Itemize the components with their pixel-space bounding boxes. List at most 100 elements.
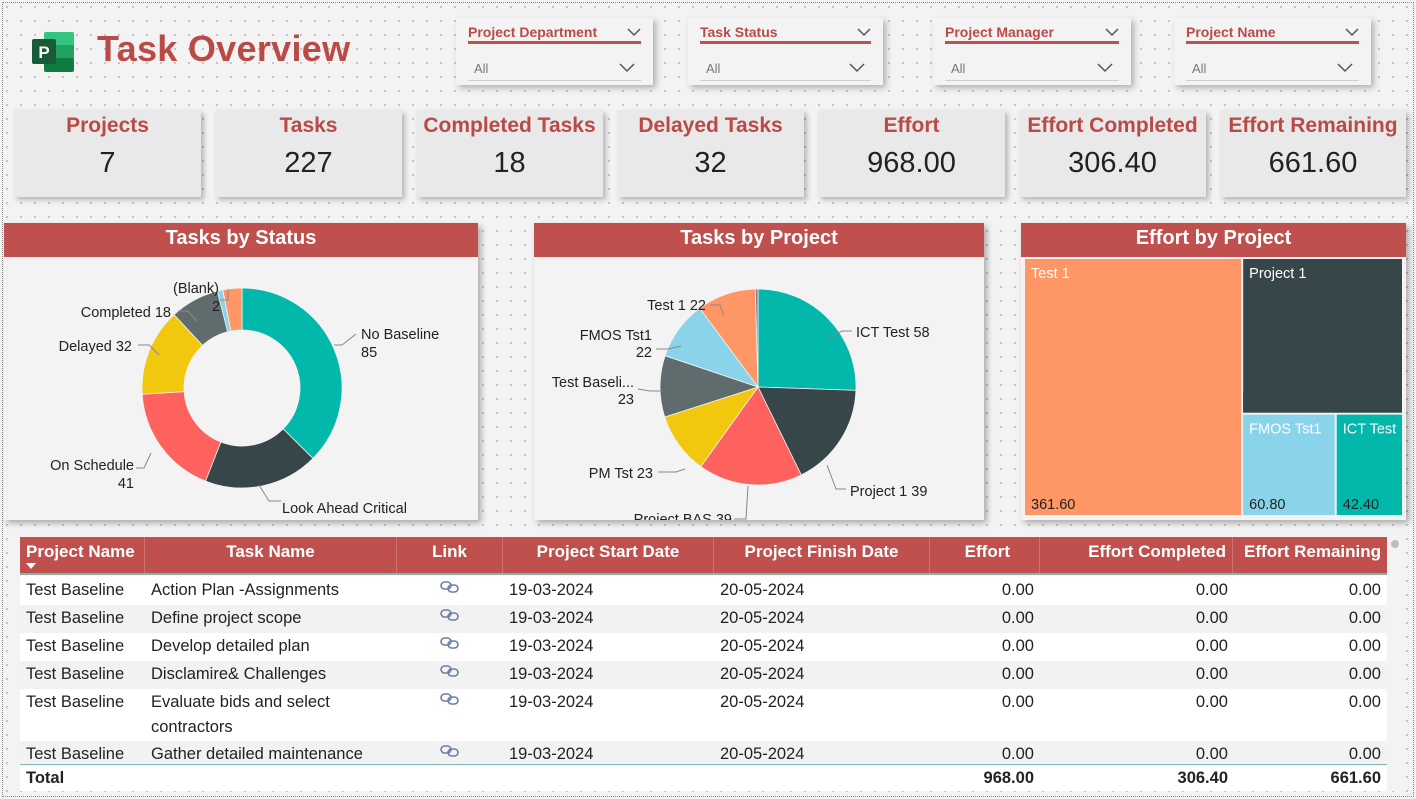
project-name-cell: Test Baseline — [26, 665, 125, 683]
effort-cell: 0.00 — [1001, 637, 1034, 655]
slicer-task-status: Task Status All — [688, 18, 883, 85]
effort-cell: 0.00 — [1001, 665, 1034, 683]
kpi-projects: Projects 7 — [14, 110, 201, 197]
chart-title: Tasks by Status — [4, 223, 478, 257]
chart-effort-by-project: Effort by Project Test 1361.60Project 11… — [1021, 223, 1406, 520]
link-icon[interactable] — [439, 692, 461, 706]
treemap-chart[interactable]: Test 1361.60Project 1160.00FMOS Tst160.8… — [1021, 257, 1406, 520]
task-name-cell: Develop detailed plan — [151, 637, 310, 655]
chevron-down-icon — [1097, 63, 1113, 73]
finish-date-cell: 20-05-2024 — [720, 637, 805, 655]
chevron-down-icon[interactable] — [1105, 26, 1119, 38]
start-date-cell: 19-03-2024 — [509, 693, 594, 711]
data-label: ICT Test 58 — [856, 325, 930, 341]
slicer-project-department: Project Department All — [456, 18, 653, 85]
effort-cell: 0.00 — [1001, 745, 1034, 763]
kpi-tasks: Tasks 227 — [215, 110, 402, 197]
chevron-down-icon[interactable] — [1345, 26, 1359, 38]
column-header-project-name[interactable]: Project Name — [20, 537, 145, 573]
column-header-effort-remaining[interactable]: Effort Remaining — [1233, 537, 1387, 573]
slice-on-schedule[interactable] — [141, 391, 222, 482]
link-icon[interactable] — [439, 608, 461, 622]
slicer-label: Project Department — [468, 24, 598, 40]
leader-line — [658, 468, 686, 473]
slicer-dropdown[interactable]: All — [1186, 53, 1359, 81]
start-date-cell: 19-03-2024 — [509, 637, 594, 655]
kpi-value: 32 — [694, 147, 727, 179]
treemap-tile-project-1[interactable] — [1243, 259, 1402, 413]
kpi-label: Completed Tasks — [423, 114, 596, 137]
start-date-cell: 19-03-2024 — [509, 745, 594, 763]
slicer-value: All — [474, 61, 489, 76]
project-app-icon: P — [32, 32, 74, 72]
data-label: 85 — [361, 345, 377, 361]
finish-date-cell: 20-05-2024 — [720, 745, 805, 763]
column-header-link[interactable]: Link — [397, 537, 503, 573]
table-row[interactable]: Test Baseline Develop detailed plan 19-03-… — [20, 633, 1387, 661]
treemap-tile-strip — [1243, 390, 1402, 413]
chevron-down-icon[interactable] — [857, 26, 871, 38]
chevron-down-icon — [849, 63, 865, 73]
sort-descending-icon — [26, 563, 36, 569]
table-scrollbar[interactable] — [1389, 537, 1401, 791]
slicer-dropdown[interactable]: All — [700, 53, 871, 81]
chart-title: Tasks by Project — [534, 223, 984, 257]
start-date-cell: 19-03-2024 — [509, 665, 594, 683]
total-effort-completed: 306.40 — [1177, 769, 1228, 787]
slicer-dropdown[interactable]: All — [468, 53, 641, 81]
kpi-effort-completed: Effort Completed 306.40 — [1019, 110, 1206, 197]
table-total-row: Total 968.00 306.40 661.60 — [20, 764, 1387, 791]
data-label: Delayed 32 — [59, 339, 132, 355]
link-icon[interactable] — [439, 636, 461, 650]
link-icon[interactable] — [439, 580, 461, 594]
column-header-effort-completed[interactable]: Effort Completed — [1040, 537, 1233, 573]
treemap-category-label: FMOS Tst1 — [1249, 422, 1321, 438]
kpi-label: Effort Completed — [1027, 114, 1198, 137]
data-label: Test Baseli... — [552, 375, 634, 391]
column-header-finish-date[interactable]: Project Finish Date — [714, 537, 930, 573]
scrollbar-thumb[interactable] — [1391, 540, 1399, 548]
table-row[interactable]: Test Baseline Disclamire& Challenges 19-03… — [20, 661, 1387, 689]
kpi-label: Delayed Tasks — [638, 114, 783, 137]
total-effort: 968.00 — [983, 769, 1034, 787]
slicer-dropdown[interactable]: All — [945, 53, 1119, 81]
donut-chart[interactable]: No Baseline 85 Look Ahead Critical 42 On Sch… — [4, 257, 478, 520]
column-header-task-name[interactable]: Task Name — [145, 537, 397, 573]
task-name-cell: Define project scope — [151, 609, 302, 627]
treemap-category-label: Test 1 — [1031, 266, 1070, 282]
data-label: 2 — [212, 299, 220, 315]
slicer-label: Project Name — [1186, 24, 1276, 40]
kpi-delayed-tasks: Delayed Tasks 32 — [617, 110, 804, 197]
slice-ict-test[interactable] — [757, 288, 857, 391]
task-name-cell: Evaluate bids and select contractors — [151, 693, 330, 736]
chart-tasks-by-project: Tasks by Project ICT Test 58 Project 1 39… — [534, 223, 984, 520]
table-header: Project Name Task Name Link Project Star… — [20, 537, 1387, 575]
column-header-effort[interactable]: Effort — [930, 537, 1040, 573]
effort-completed-cell: 0.00 — [1195, 637, 1228, 655]
chevron-down-icon — [619, 63, 635, 73]
effort-remaining-cell: 0.00 — [1348, 581, 1381, 599]
pie-chart[interactable]: ICT Test 58 Project 1 39 Project BAS 39 PM … — [534, 257, 984, 520]
link-icon[interactable] — [439, 664, 461, 678]
task-table: Project Name Task Name Link Project Star… — [20, 537, 1387, 791]
link-icon[interactable] — [439, 744, 461, 758]
table-row[interactable]: Test Baseline Define project scope 19-03-2… — [20, 605, 1387, 633]
slicer-value: All — [1192, 61, 1207, 76]
treemap-category-label: Project 1 — [1249, 266, 1306, 282]
task-name-cell: Disclamire& Challenges — [151, 665, 327, 683]
data-label: Completed 18 — [81, 305, 171, 321]
project-name-cell: Test Baseline — [26, 581, 125, 599]
chevron-down-icon[interactable] — [627, 26, 641, 38]
table-row[interactable]: Test Baseline Evaluate bids and select co… — [20, 689, 1387, 741]
table-row[interactable]: Test Baseline Action Plan -Assignments 19-… — [20, 577, 1387, 605]
effort-completed-cell: 0.00 — [1195, 581, 1228, 599]
kpi-value: 968.00 — [867, 147, 956, 179]
treemap-tile-test-1[interactable] — [1025, 259, 1242, 515]
column-header-start-date[interactable]: Project Start Date — [503, 537, 714, 573]
finish-date-cell: 20-05-2024 — [720, 581, 805, 599]
data-label: 23 — [618, 392, 634, 408]
slice-no-baseline[interactable] — [241, 287, 343, 460]
project-name-cell: Test Baseline — [26, 745, 125, 763]
data-label: Project 1 39 — [850, 484, 927, 500]
start-date-cell: 19-03-2024 — [509, 581, 594, 599]
